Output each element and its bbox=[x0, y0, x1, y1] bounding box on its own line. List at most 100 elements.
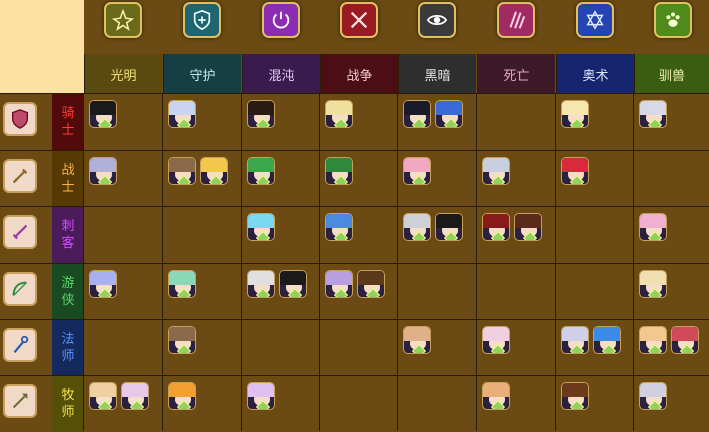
hero-portrait[interactable] bbox=[482, 382, 510, 410]
faction-header-6 bbox=[556, 0, 632, 54]
class-label: 游侠 bbox=[52, 264, 84, 320]
hero-portrait[interactable] bbox=[325, 270, 353, 298]
hero-portrait[interactable] bbox=[168, 382, 196, 410]
hero-hair bbox=[483, 327, 509, 342]
hero-portrait[interactable] bbox=[121, 382, 149, 410]
hero-portrait[interactable] bbox=[247, 100, 275, 128]
hero-hair bbox=[326, 101, 352, 116]
hero-portrait[interactable] bbox=[639, 270, 667, 298]
class-label-char: 士 bbox=[61, 123, 75, 138]
hero-hair bbox=[248, 101, 274, 116]
hero-portrait[interactable] bbox=[247, 213, 275, 241]
hero-portrait[interactable] bbox=[482, 213, 510, 241]
hero-portrait[interactable] bbox=[639, 100, 667, 128]
hero-portrait[interactable] bbox=[168, 270, 196, 298]
hero-hair bbox=[562, 158, 588, 173]
hero-portrait[interactable] bbox=[403, 326, 431, 354]
hero-portrait[interactable] bbox=[671, 326, 699, 354]
faction-label: 驯兽 bbox=[634, 54, 709, 94]
hero-portrait[interactable] bbox=[561, 157, 589, 185]
faction-header-5 bbox=[477, 0, 553, 54]
hero-hair bbox=[169, 158, 195, 173]
hero-hair bbox=[562, 383, 588, 398]
row-divider bbox=[0, 150, 709, 151]
hero-portrait[interactable] bbox=[89, 157, 117, 185]
faction-label: 黑暗 bbox=[398, 54, 476, 94]
hero-portrait[interactable] bbox=[639, 213, 667, 241]
class-label-char: 师 bbox=[61, 405, 75, 420]
hero-portrait[interactable] bbox=[435, 213, 463, 241]
hero-hair bbox=[483, 383, 509, 398]
spear-icon bbox=[3, 384, 37, 418]
hero-hair bbox=[90, 158, 116, 173]
hero-portrait[interactable] bbox=[325, 157, 353, 185]
hero-hair bbox=[122, 383, 148, 398]
hero-portrait[interactable] bbox=[482, 157, 510, 185]
hero-hair bbox=[90, 383, 116, 398]
hero-hair bbox=[483, 158, 509, 173]
hero-portrait[interactable] bbox=[279, 270, 307, 298]
column-divider bbox=[241, 94, 242, 431]
row-divider bbox=[0, 206, 709, 207]
hero-portrait[interactable] bbox=[89, 382, 117, 410]
hero-hair bbox=[436, 214, 462, 229]
hero-portrait[interactable] bbox=[357, 270, 385, 298]
hero-portrait[interactable] bbox=[639, 382, 667, 410]
hero-portrait[interactable] bbox=[482, 326, 510, 354]
hero-portrait[interactable] bbox=[247, 270, 275, 298]
hero-portrait[interactable] bbox=[561, 326, 589, 354]
hero-portrait[interactable] bbox=[168, 326, 196, 354]
hero-hair bbox=[404, 327, 430, 342]
class-label-char: 战 bbox=[61, 163, 75, 178]
column-divider bbox=[83, 94, 84, 431]
hero-portrait[interactable] bbox=[514, 213, 542, 241]
hero-portrait[interactable] bbox=[325, 213, 353, 241]
crossed-swords-icon bbox=[340, 2, 378, 38]
hero-hair bbox=[594, 327, 620, 342]
hero-portrait[interactable] bbox=[247, 157, 275, 185]
hero-portrait[interactable] bbox=[561, 382, 589, 410]
hero-portrait[interactable] bbox=[593, 326, 621, 354]
hero-portrait[interactable] bbox=[403, 100, 431, 128]
hero-hair bbox=[562, 327, 588, 342]
hero-portrait[interactable] bbox=[435, 100, 463, 128]
hero-hair bbox=[640, 101, 666, 116]
hero-hair bbox=[248, 158, 274, 173]
hero-portrait[interactable] bbox=[325, 100, 353, 128]
hero-hair bbox=[326, 271, 352, 286]
hero-portrait[interactable] bbox=[168, 100, 196, 128]
hero-portrait[interactable] bbox=[403, 157, 431, 185]
claw-marks-icon bbox=[497, 2, 535, 38]
class-row-header-5: 牧师 bbox=[0, 376, 84, 432]
power-icon bbox=[262, 2, 300, 38]
faction-label: 战争 bbox=[320, 54, 398, 94]
row-divider bbox=[0, 263, 709, 264]
hero-portrait[interactable] bbox=[200, 157, 228, 185]
hero-hair bbox=[640, 383, 666, 398]
hero-hair bbox=[280, 271, 306, 286]
class-label-char: 牧 bbox=[61, 388, 75, 403]
hero-portrait[interactable] bbox=[403, 213, 431, 241]
hero-portrait[interactable] bbox=[168, 157, 196, 185]
hero-faction-class-grid: 光明 守护 混沌 战争 黑暗 死亡 奥术 驯兽骑士战士刺客游侠法师牧师 bbox=[0, 0, 709, 432]
faction-label: 守护 bbox=[163, 54, 241, 94]
hero-portrait[interactable] bbox=[247, 382, 275, 410]
class-label-char: 游 bbox=[61, 276, 75, 291]
hero-hair bbox=[404, 101, 430, 116]
faction-label: 光明 bbox=[84, 54, 162, 94]
faction-label: 奥术 bbox=[556, 54, 634, 94]
hero-portrait[interactable] bbox=[639, 326, 667, 354]
column-divider bbox=[319, 94, 320, 431]
hero-portrait[interactable] bbox=[89, 100, 117, 128]
faction-header-2 bbox=[242, 0, 318, 54]
class-label: 骑士 bbox=[52, 94, 84, 150]
class-row-header-4: 法师 bbox=[0, 320, 84, 376]
hero-portrait[interactable] bbox=[561, 100, 589, 128]
column-divider bbox=[162, 94, 163, 431]
shield-icon bbox=[183, 2, 221, 38]
sword-icon bbox=[3, 159, 37, 193]
column-divider bbox=[633, 94, 634, 431]
faction-header-1 bbox=[163, 0, 239, 54]
hero-portrait[interactable] bbox=[89, 270, 117, 298]
hero-hair bbox=[169, 271, 195, 286]
